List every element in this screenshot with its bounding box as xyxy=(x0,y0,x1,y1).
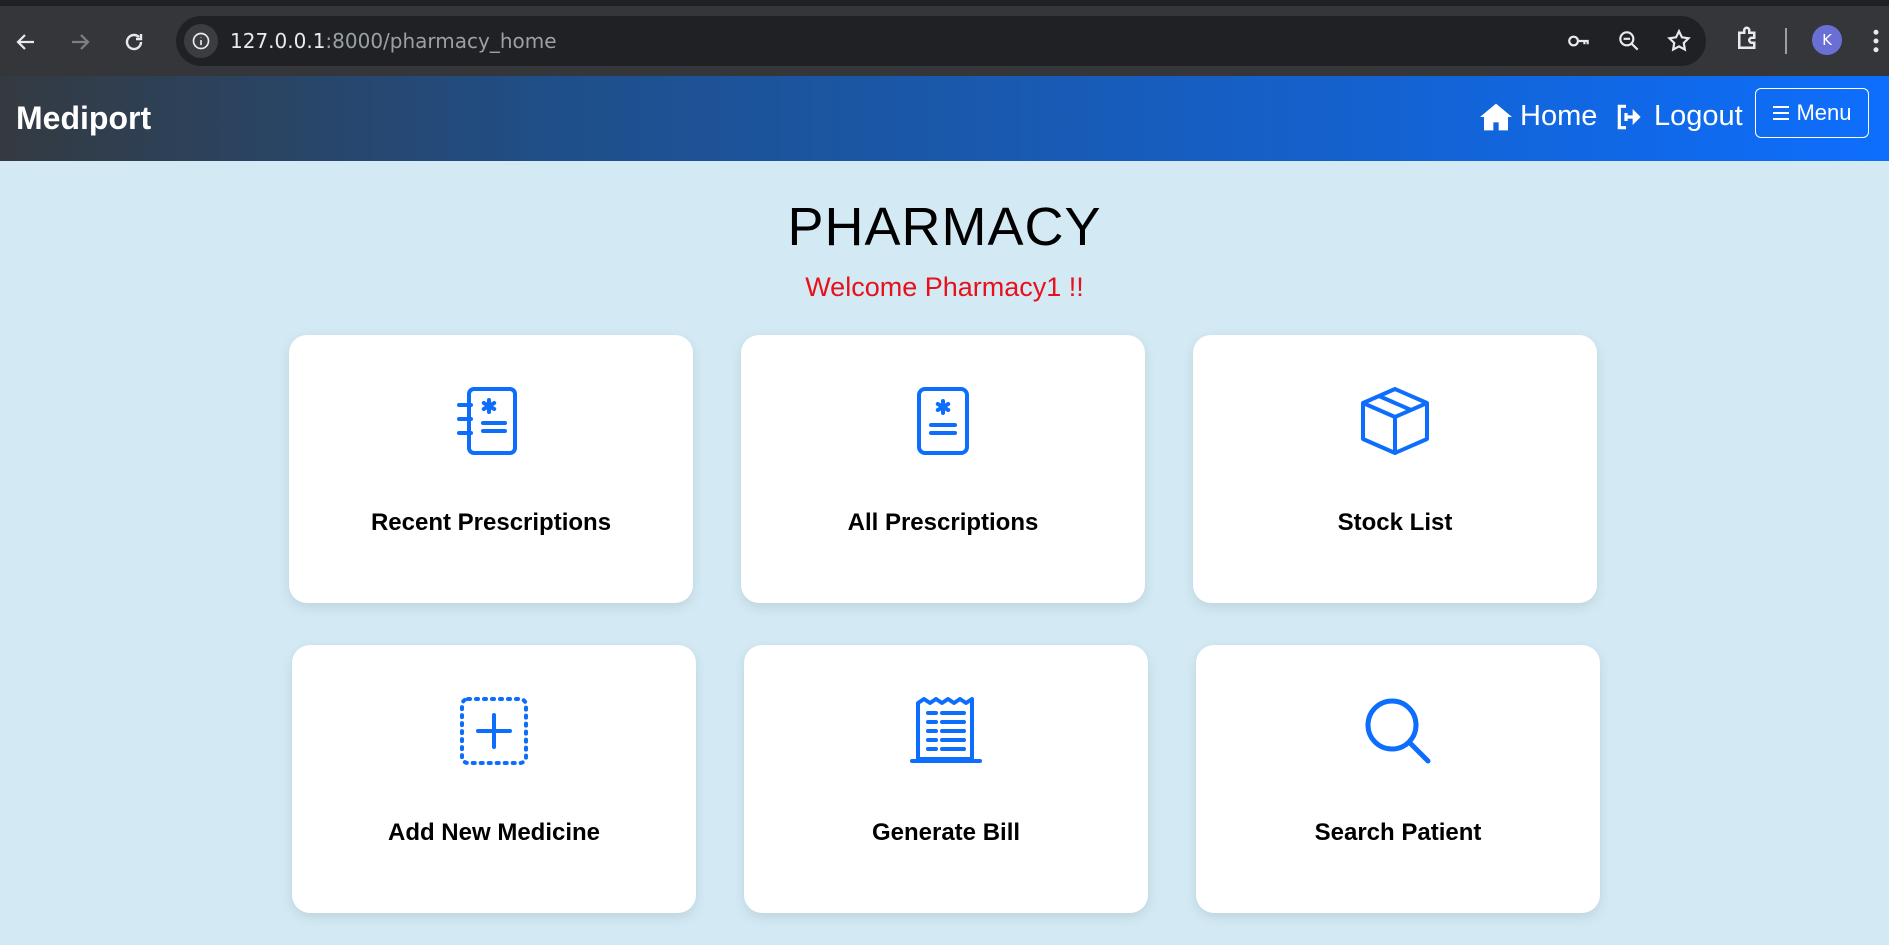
more-menu-icon[interactable] xyxy=(1870,26,1882,56)
card-add-new-medicine[interactable]: Add New Medicine xyxy=(292,645,696,913)
key-icon[interactable] xyxy=(1566,28,1592,54)
card-label: Add New Medicine xyxy=(387,819,601,846)
add-dotted-icon xyxy=(458,695,530,767)
card-recent-prescriptions[interactable]: Recent Prescriptions xyxy=(289,335,693,603)
hamburger-icon xyxy=(1773,106,1790,120)
arrow-left-icon xyxy=(16,34,34,50)
tab-strip xyxy=(0,0,1889,6)
box-icon xyxy=(1359,385,1431,457)
zoom-icon[interactable] xyxy=(1616,28,1642,54)
card-label: Search Patient xyxy=(1314,819,1482,846)
url-text[interactable]: 127.0.0.1:8000/pharmacy_home xyxy=(230,29,557,53)
card-label: Generate Bill xyxy=(871,819,1021,846)
welcome-message: Welcome Pharmacy1 !! xyxy=(805,272,1084,302)
card-label: Stock List xyxy=(1337,509,1453,536)
browser-toolbar: 127.0.0.1:8000/pharmacy_home K xyxy=(0,0,1889,76)
nav-home-label: Home xyxy=(1520,100,1598,132)
extensions-icon[interactable] xyxy=(1733,24,1763,54)
prescription-list-icon xyxy=(455,385,527,457)
nav-logout-label: Logout xyxy=(1654,100,1743,132)
address-bar[interactable]: 127.0.0.1:8000/pharmacy_home xyxy=(176,16,1706,66)
site-info-button[interactable] xyxy=(184,24,218,58)
prescription-icon xyxy=(907,385,979,457)
card-all-prescriptions[interactable]: All Prescriptions xyxy=(741,335,1145,603)
url-path: :8000/pharmacy_home xyxy=(325,29,557,53)
card-label: Recent Prescriptions xyxy=(370,509,612,536)
nav-logout-link[interactable]: Logout xyxy=(1614,100,1743,133)
receipt-icon xyxy=(910,695,982,767)
menu-button[interactable]: Menu xyxy=(1755,88,1869,138)
back-button[interactable] xyxy=(6,22,46,62)
card-label: All Prescriptions xyxy=(847,509,1039,536)
logout-icon xyxy=(1617,104,1641,129)
app-navbar: Mediport Home Logout xyxy=(0,76,1889,161)
profile-avatar[interactable]: K xyxy=(1812,25,1842,55)
toolbar-divider xyxy=(1785,28,1787,54)
reload-button[interactable] xyxy=(114,22,154,62)
reload-icon xyxy=(125,33,143,51)
arrow-right-icon xyxy=(72,34,90,50)
star-icon[interactable] xyxy=(1666,28,1692,54)
search-icon xyxy=(1362,695,1434,767)
nav-home-link[interactable]: Home xyxy=(1480,100,1597,133)
url-host: 127.0.0.1 xyxy=(230,29,326,53)
menu-label: Menu xyxy=(1796,100,1852,125)
card-stock-list[interactable]: Stock List xyxy=(1193,335,1597,603)
card-search-patient[interactable]: Search Patient xyxy=(1196,645,1600,913)
forward-button[interactable] xyxy=(60,22,100,62)
page-title: PHARMACY xyxy=(787,197,1102,257)
info-icon xyxy=(192,32,210,50)
brand-logo[interactable]: Mediport xyxy=(16,100,151,137)
home-icon xyxy=(1480,103,1512,130)
card-generate-bill[interactable]: Generate Bill xyxy=(744,645,1148,913)
